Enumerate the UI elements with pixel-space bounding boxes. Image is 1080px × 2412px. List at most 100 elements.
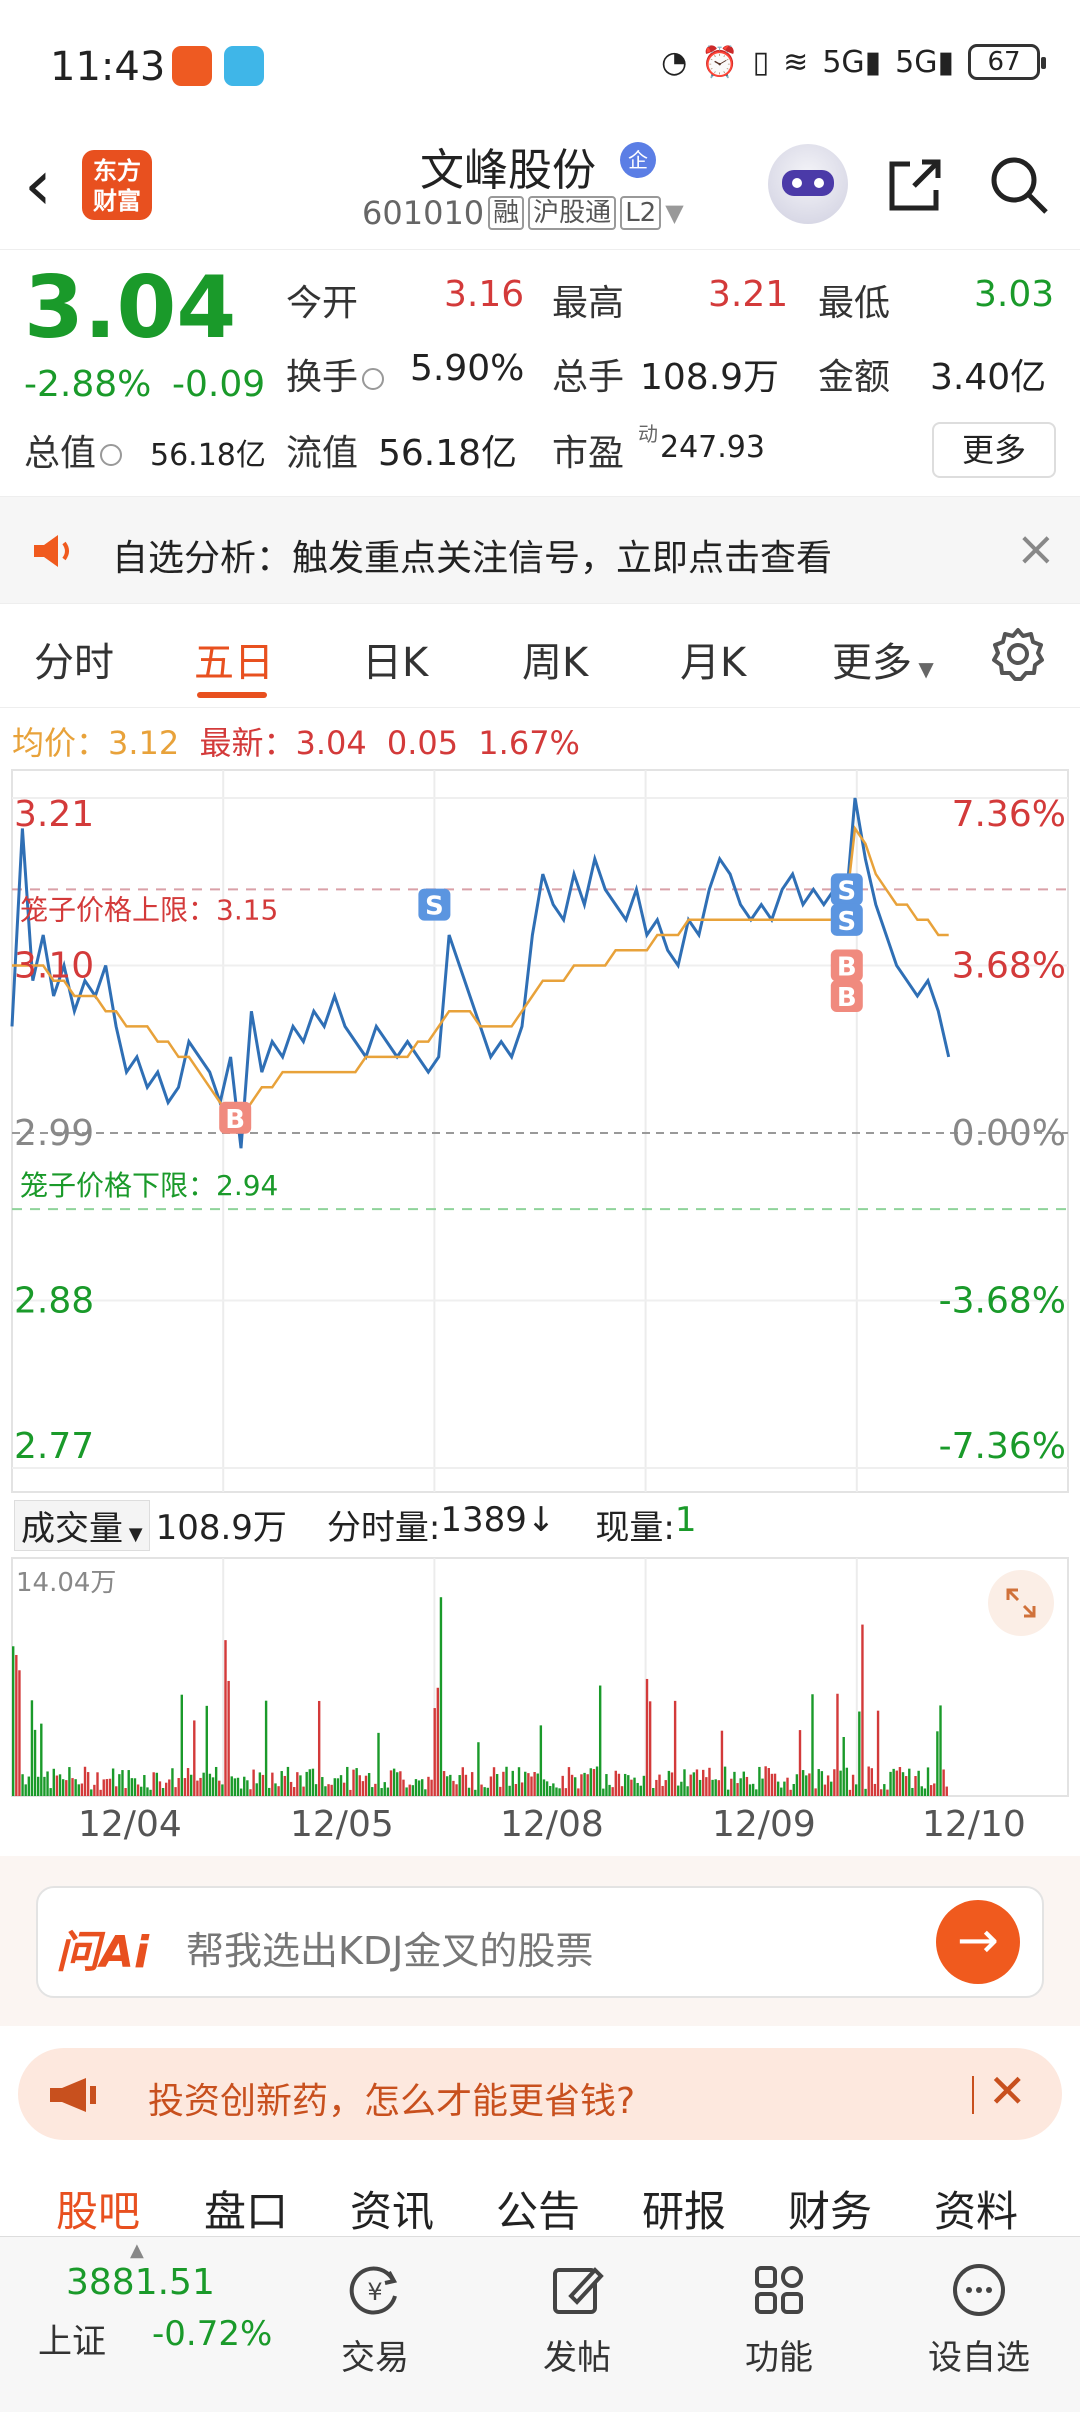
eastmoney-logo[interactable]: 东方财富 xyxy=(82,150,152,220)
trade-button[interactable]: ¥ 交易 xyxy=(310,2260,440,2379)
volume-bar xyxy=(333,1778,336,1796)
volume-bar xyxy=(364,1775,368,1796)
volume-bar xyxy=(511,1770,514,1796)
volume-bar xyxy=(567,1767,571,1796)
promo-text[interactable]: 投资创新药，怎么才能更省钱? xyxy=(148,2072,635,2124)
functions-button[interactable]: 功能 xyxy=(714,2260,844,2379)
float-value: 56.18亿 xyxy=(378,433,518,474)
tab-weekly-k[interactable]: 周K xyxy=(522,630,588,688)
index-name[interactable]: 上证 xyxy=(38,2314,106,2363)
share-icon[interactable] xyxy=(880,150,950,220)
post-button[interactable]: 发帖 xyxy=(512,2260,642,2379)
volume-bar xyxy=(30,1700,34,1796)
stock-code-row[interactable]: 601010 融 沪股通 L2 ▼ xyxy=(362,194,684,232)
series-price-line xyxy=(10,797,951,1149)
tab-profile[interactable]: 资料 xyxy=(934,2178,1018,2239)
more-quote-button[interactable]: 更多 xyxy=(932,422,1056,478)
volume-bar xyxy=(620,1786,624,1796)
close-icon[interactable]: ✕ xyxy=(988,2064,1027,2118)
ask-ai-placeholder[interactable]: 帮我选出KDJ金叉的股票 xyxy=(186,1920,593,1975)
volume-bar xyxy=(839,1770,842,1796)
volume-bar xyxy=(667,1770,671,1796)
date-label: 12/04 xyxy=(78,1804,182,1845)
y-tick-left: 3.10 xyxy=(14,946,94,987)
volume-bar xyxy=(46,1771,49,1796)
info-icon[interactable] xyxy=(100,444,123,466)
volume-bar xyxy=(305,1771,308,1796)
stock-header: ‹ 东方财富 文峰股份 企 601010 融 沪股通 L2 ▼ xyxy=(0,130,1080,250)
info-icon[interactable] xyxy=(362,368,385,390)
volume-selector[interactable]: 成交量 ▼ xyxy=(14,1500,150,1551)
volume-bar xyxy=(361,1781,365,1796)
volume-bar xyxy=(405,1787,408,1796)
pe-label: 市盈 xyxy=(552,433,625,474)
volume-bar xyxy=(311,1768,315,1796)
search-icon[interactable] xyxy=(984,150,1054,220)
index-change[interactable]: -0.72% xyxy=(152,2314,272,2354)
tab-financials[interactable]: 财务 xyxy=(788,2178,872,2239)
tab-news[interactable]: 资讯 xyxy=(350,2178,434,2239)
volume-bar xyxy=(149,1789,152,1796)
arrow-right-icon[interactable]: → xyxy=(936,1900,1020,1984)
notice-text: 自选分析：触发重点关注信号，立即点击查看 xyxy=(112,538,833,579)
volume-bar xyxy=(820,1771,824,1796)
volume-bar xyxy=(689,1774,692,1796)
volume-bar xyxy=(758,1766,761,1796)
add-watchlist-button[interactable]: 设自选 xyxy=(914,2260,1044,2379)
volume-bar xyxy=(136,1784,140,1796)
tab-daily-k[interactable]: 日K xyxy=(362,630,428,688)
stock-name[interactable]: 文峰股份 xyxy=(420,134,596,198)
volume-bar xyxy=(801,1770,805,1796)
volume-bar xyxy=(96,1772,99,1796)
volume-bar xyxy=(24,1784,27,1796)
back-icon[interactable]: ‹ xyxy=(24,150,52,220)
volume-bar xyxy=(480,1784,483,1796)
volume-chart[interactable] xyxy=(0,1556,1080,1802)
volume-bar xyxy=(898,1767,902,1796)
close-icon[interactable]: × xyxy=(1016,521,1056,577)
open-label: 今开 xyxy=(286,283,359,324)
volume-bar xyxy=(274,1783,277,1796)
tab-research[interactable]: 研报 xyxy=(642,2178,726,2239)
volume-bar xyxy=(121,1770,124,1796)
volume-bar xyxy=(486,1787,489,1796)
expand-button[interactable] xyxy=(988,1570,1054,1636)
signal-5g-2-icon: 5G▮ xyxy=(895,44,954,80)
price-chart[interactable]: BSSSBB 3.21 7.36%3.10 3.68%2.99 0.00%2.88 -3… xyxy=(0,768,1080,1496)
index-value[interactable]: 3881.51 xyxy=(66,2262,215,2303)
trade-mark-s: S xyxy=(830,873,863,906)
date-label: 12/10 xyxy=(922,1804,1026,1845)
tab-orderbook[interactable]: 盘口 xyxy=(204,2178,288,2239)
gear-icon[interactable] xyxy=(990,626,1046,682)
volume-bar xyxy=(18,1670,21,1796)
volume-bar xyxy=(745,1776,749,1796)
volume-bar xyxy=(917,1770,920,1796)
volume-bar xyxy=(692,1772,696,1796)
volume-bar xyxy=(730,1778,733,1796)
volume-bar xyxy=(823,1784,827,1796)
trade-mark-b: B xyxy=(830,979,863,1013)
volume-bar xyxy=(299,1775,302,1796)
signal-notice[interactable]: 自选分析：触发重点关注信号，立即点击查看 × xyxy=(0,496,1080,604)
tab-forum[interactable]: 股吧 xyxy=(56,2178,140,2239)
volume-bar xyxy=(926,1767,930,1796)
volume-bar xyxy=(40,1723,43,1796)
change-value: -0.09 xyxy=(172,364,266,405)
tab-monthly-k[interactable]: 月K xyxy=(680,630,746,688)
volume-bar xyxy=(870,1768,874,1796)
volume-bar xyxy=(61,1779,65,1796)
volume-bar xyxy=(317,1700,321,1796)
volume-bar xyxy=(293,1787,296,1796)
volume-bar xyxy=(520,1782,524,1796)
trade-mark-s: S xyxy=(418,888,451,922)
assistant-robot-icon[interactable] xyxy=(768,144,848,224)
tab-five-day[interactable]: 五日 xyxy=(194,630,274,688)
trade-mark-text: B xyxy=(837,983,857,1013)
volume-bar xyxy=(817,1769,820,1796)
tab-intraday[interactable]: 分时 xyxy=(34,630,114,688)
level2-tag: L2 xyxy=(620,196,662,230)
tab-announcements[interactable]: 公告 xyxy=(496,2178,580,2239)
tab-more[interactable]: 更多 ▼ xyxy=(832,630,934,688)
volume-bar xyxy=(249,1789,252,1796)
volume-bar xyxy=(636,1782,639,1796)
